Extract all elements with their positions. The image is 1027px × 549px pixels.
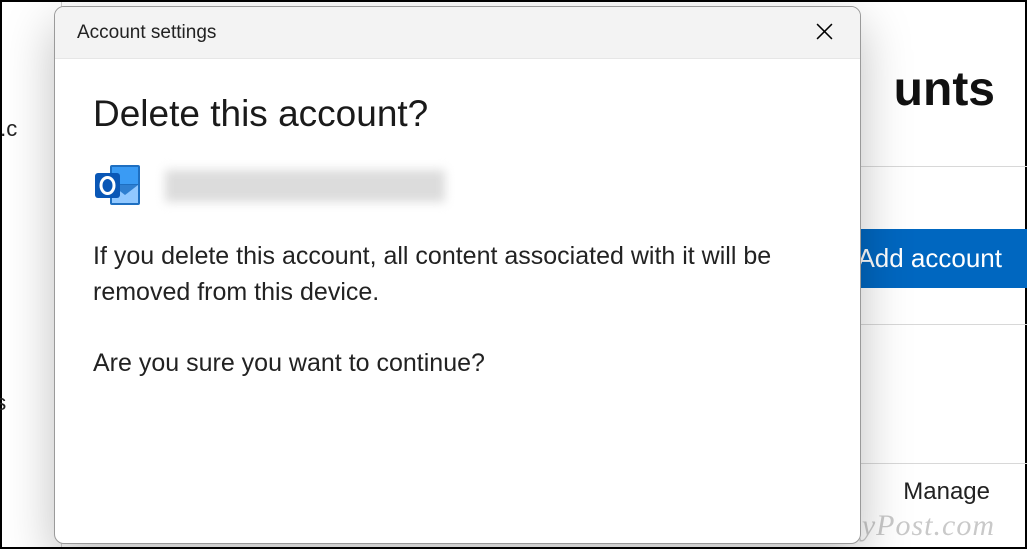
close-icon — [816, 23, 833, 43]
dialog-heading: Delete this account? — [93, 93, 822, 135]
sidebar-fragment: ive.c — [0, 116, 17, 142]
dialog-body: Delete this account? If you delete this … — [55, 59, 860, 381]
account-email-redacted — [165, 170, 445, 202]
account-row — [93, 163, 822, 208]
dialog-warning-text: If you delete this account, all content … — [93, 238, 822, 311]
sidebar-fragment: ces — [0, 390, 6, 416]
manage-button[interactable]: Manage — [903, 478, 990, 506]
page-title-fragment: unts — [894, 62, 995, 117]
dialog-header: Account settings — [55, 7, 860, 59]
sidebar: s ive.c ces et — [2, 2, 62, 547]
account-settings-dialog: Account settings Delete this account? — [54, 6, 861, 544]
dialog-header-title: Account settings — [77, 22, 216, 44]
close-button[interactable] — [804, 13, 844, 53]
dialog-confirm-text: Are you sure you want to continue? — [93, 345, 822, 381]
outlook-icon — [93, 163, 143, 208]
